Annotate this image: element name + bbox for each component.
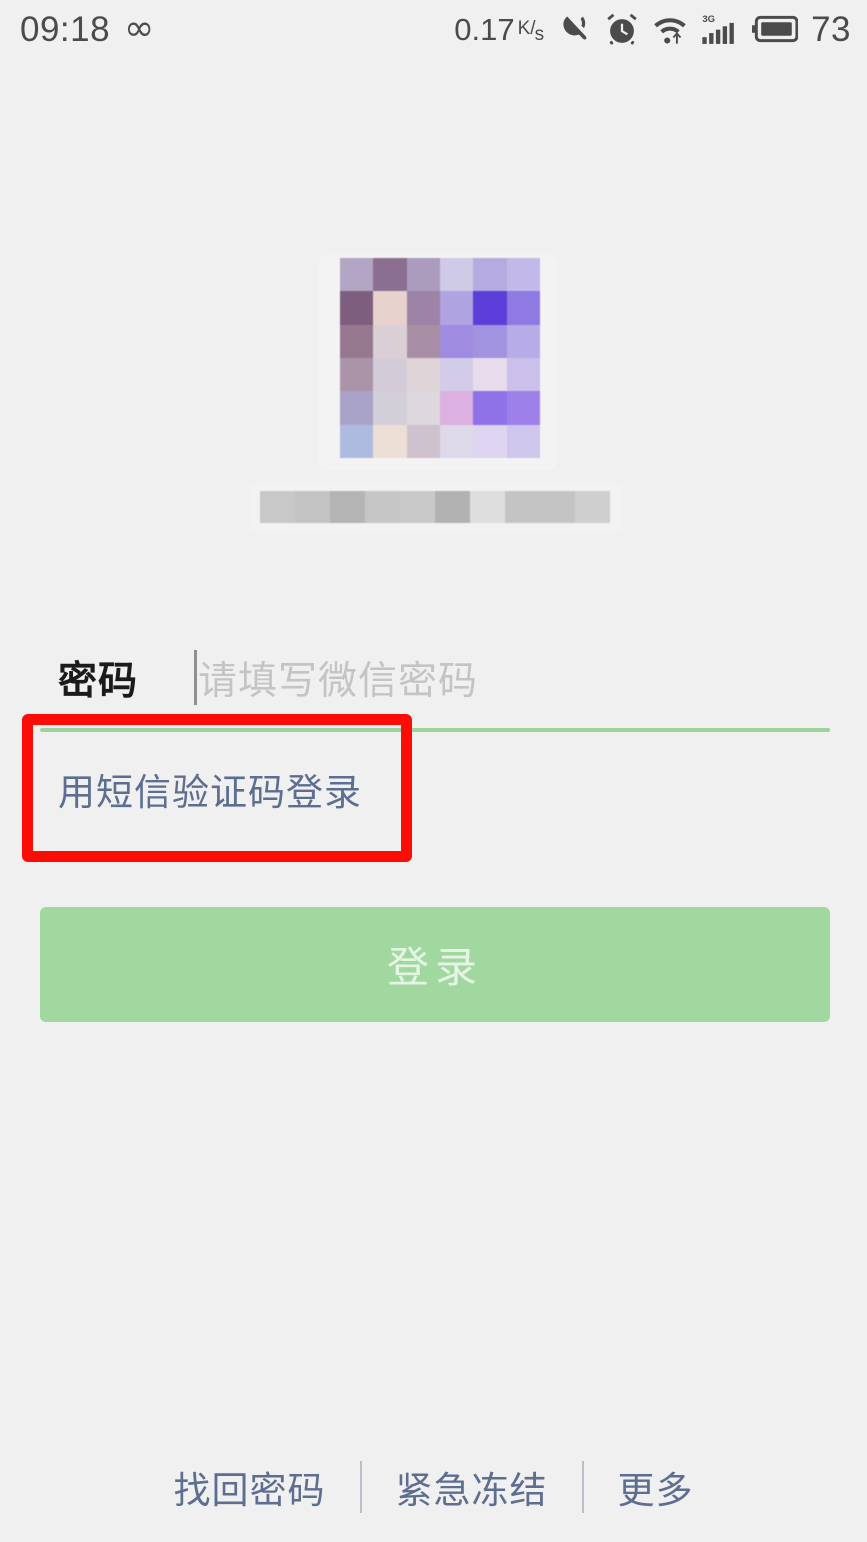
status-clock: 09:18 (20, 9, 111, 49)
avatar[interactable] (340, 258, 540, 458)
battery-percentage: 73 (811, 9, 851, 49)
more-link[interactable]: 更多 (584, 1460, 728, 1514)
retrieve-password-link[interactable]: 找回密码 (140, 1460, 360, 1514)
emergency-freeze-link[interactable]: 紧急冻结 (362, 1460, 582, 1514)
text-caret (194, 650, 198, 705)
status-bar-right: 0.17 K/s 3G 73 (454, 12, 851, 47)
sms-code-login-link[interactable]: 用短信验证码登录 (58, 762, 362, 816)
login-button[interactable]: 登录 (40, 907, 830, 1022)
password-label: 密码 (58, 659, 139, 703)
status-bar-left: 09:18 ∞ (20, 11, 154, 47)
battery-icon (752, 15, 799, 43)
vibrate-icon (563, 16, 587, 40)
network-speed-unit-bottom: s (534, 23, 545, 45)
signal-3g-icon: 3G (702, 14, 734, 44)
network-speed-indicator: 0.17 K/s (454, 14, 545, 45)
status-bar: 09:18 ∞ 0.17 K/s 3G 73 (0, 0, 867, 58)
svg-text:3G: 3G (702, 14, 715, 25)
wechat-login-screen: 09:18 ∞ 0.17 K/s 3G 73 密码 请填写微信密码 用短信验证码… (0, 0, 867, 1542)
network-speed-unit: K/s (517, 17, 545, 44)
alarm-clock-icon (607, 13, 637, 45)
password-underline (40, 728, 830, 732)
password-placeholder: 请填写微信密码 (198, 659, 479, 703)
infinity-icon: ∞ (124, 8, 155, 49)
password-input[interactable]: 请填写微信密码 (194, 648, 867, 708)
network-speed-value: 0.17 (454, 11, 515, 47)
network-speed-unit-top: K (517, 17, 531, 39)
nickname (260, 491, 610, 523)
password-row: 密码 请填写微信密码 (0, 640, 867, 715)
footer-links: 找回密码 紧急冻结 更多 (0, 1460, 867, 1514)
wifi-icon (654, 18, 686, 44)
